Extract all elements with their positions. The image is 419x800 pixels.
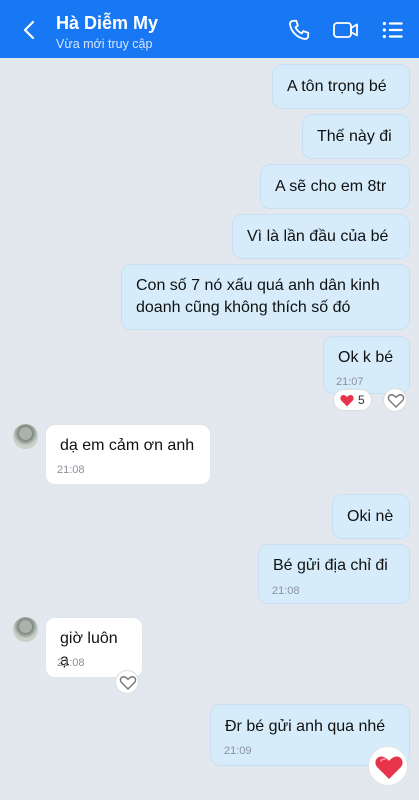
message-text: Ok k bé [338, 349, 394, 366]
menu-icon[interactable] [380, 17, 406, 43]
message-bubble[interactable]: Con số 7 nó xấu quá anh dân kinh doanh c… [121, 264, 410, 330]
phone-icon[interactable] [286, 17, 312, 43]
message-text: Oki nè [347, 508, 394, 525]
quick-heart-button[interactable] [368, 746, 408, 786]
message-bubble[interactable]: A tôn trọng bé [272, 64, 410, 109]
message-text: Thế này đi [317, 128, 392, 145]
back-icon[interactable] [18, 18, 42, 42]
message-text: A tôn trọng bé [287, 78, 387, 95]
message-time: 21:07 [336, 376, 364, 388]
message-time: 21:08 [272, 585, 300, 597]
react-button[interactable] [383, 388, 407, 412]
contact-avatar[interactable] [13, 617, 38, 642]
message-text: Vì là lần đầu của bé [247, 228, 389, 245]
heart-icon [375, 756, 403, 779]
heart-outline-icon [387, 394, 405, 408]
message-text: Bé gửi địa chỉ đi [273, 557, 388, 574]
message-time: 21:08 [57, 657, 85, 669]
message-bubble[interactable]: Oki nè [332, 494, 410, 539]
message-text-line: Con số 7 nó xấu quá anh dân kinh [136, 277, 380, 294]
chat-header: Hà Diễm My Vừa mới truy cập [0, 0, 419, 58]
react-button[interactable] [115, 670, 139, 694]
message-text: dạ em cảm ơn anh [60, 437, 195, 454]
heart-outline-icon [119, 676, 137, 690]
message-text-line: doanh cũng không thích số đó [136, 299, 351, 316]
reaction-badge[interactable]: 5 [333, 389, 372, 411]
message-bubble[interactable]: A sẽ cho em 8tr [260, 164, 410, 209]
message-time: 21:08 [57, 464, 85, 476]
video-call-icon[interactable] [332, 17, 360, 43]
heart-icon [340, 394, 354, 406]
contact-name[interactable]: Hà Diễm My [56, 13, 158, 34]
contact-avatar[interactable] [13, 424, 38, 449]
message-bubble[interactable]: Vì là lần đầu của bé [232, 214, 410, 259]
message-text: A sẽ cho em 8tr [275, 178, 387, 195]
reaction-count: 5 [358, 393, 365, 407]
message-time: 21:09 [224, 745, 252, 757]
message-text: Đr bé gửi anh qua nhé [225, 718, 386, 735]
contact-status: Vừa mới truy cập [56, 37, 153, 51]
message-bubble[interactable]: Thế này đi [302, 114, 410, 159]
